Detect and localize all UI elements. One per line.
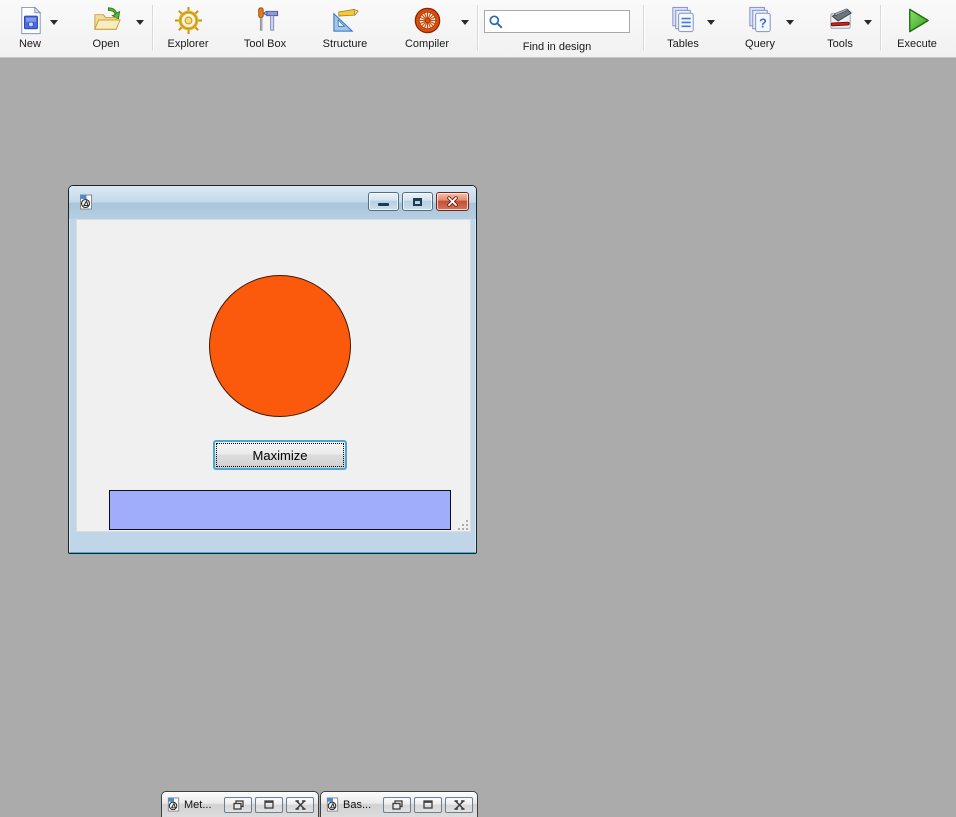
form-window-icon: [325, 797, 340, 812]
tables-pages-icon: [668, 5, 699, 36]
new-dropdown-arrow-icon[interactable]: [50, 20, 58, 25]
toolbox-tools-icon: [250, 5, 281, 36]
restore-icon: [233, 800, 244, 810]
child-window-titlebar[interactable]: [69, 186, 476, 219]
tables-dropdown-arrow-icon[interactable]: [707, 20, 715, 25]
minimized-window-title: Bas...: [343, 799, 380, 811]
svg-text:?: ?: [759, 16, 767, 30]
toolbar-button-explorer[interactable]: Explorer: [160, 5, 216, 53]
compiler-dropdown-arrow-icon[interactable]: [461, 20, 469, 25]
toolbar-label-tables: Tables: [667, 38, 699, 50]
blue-rectangle-field[interactable]: [109, 490, 451, 530]
explorer-wheel-icon: [173, 5, 204, 36]
toolbar-button-tools[interactable]: Tools: [812, 5, 868, 53]
maximize-button[interactable]: [255, 797, 283, 813]
query-pages-icon: ?: [745, 5, 776, 36]
child-window: Maximize: [68, 185, 477, 554]
minimize-icon: [378, 203, 389, 206]
new-document-icon: [15, 5, 46, 36]
restore-button[interactable]: [224, 797, 252, 813]
maximize-icon: [423, 800, 433, 809]
find-in-design-label: Find in design: [484, 41, 630, 53]
close-button[interactable]: [436, 192, 469, 211]
minimize-button[interactable]: [368, 192, 399, 211]
toolbar-button-open[interactable]: Open: [82, 5, 130, 53]
close-button[interactable]: [286, 797, 314, 813]
child-window-content: Maximize: [76, 219, 471, 532]
toolbar-label-compiler: Compiler: [405, 38, 449, 50]
toolbar-button-toolbox[interactable]: Tool Box: [237, 5, 293, 53]
minimized-window-title: Met...: [184, 799, 221, 811]
orange-circle-shape[interactable]: [209, 275, 351, 417]
maximize-button[interactable]: [414, 797, 442, 813]
toolbar-separator: [477, 5, 478, 51]
toolbar-button-new[interactable]: New: [6, 5, 54, 53]
restore-button[interactable]: [383, 797, 411, 813]
toolbar-button-tables[interactable]: Tables: [656, 5, 710, 53]
close-icon: [446, 196, 459, 207]
toolbar-button-structure[interactable]: Structure: [315, 5, 375, 53]
close-icon: [295, 800, 306, 810]
find-in-design-input[interactable]: [505, 12, 629, 33]
resize-grip[interactable]: [457, 518, 469, 530]
tools-dropdown-arrow-icon[interactable]: [864, 20, 872, 25]
main-toolbar: New Open Explorer Tool Box Structure Com…: [0, 0, 956, 58]
toolbar-button-query[interactable]: ? Query: [733, 5, 787, 53]
tools-kit-icon: [825, 5, 856, 36]
close-button[interactable]: [445, 797, 473, 813]
form-window-icon: [78, 194, 94, 210]
toolbar-separator: [152, 5, 153, 51]
find-in-design-group: Find in design: [484, 10, 630, 53]
toolbar-label-explorer: Explorer: [168, 38, 209, 50]
toolbar-label-execute: Execute: [897, 38, 937, 50]
open-folder-icon: [91, 5, 122, 36]
query-dropdown-arrow-icon[interactable]: [786, 20, 794, 25]
open-dropdown-arrow-icon[interactable]: [136, 20, 144, 25]
restore-icon: [392, 800, 403, 810]
search-icon: [488, 14, 504, 30]
toolbar-button-execute[interactable]: Execute: [888, 5, 946, 53]
toolbar-separator: [880, 5, 881, 51]
toolbar-label-structure: Structure: [323, 38, 368, 50]
caption-buttons: [368, 192, 469, 211]
find-in-design-box[interactable]: [484, 10, 630, 33]
toolbar-label-open: Open: [93, 38, 120, 50]
structure-setsquare-icon: [330, 5, 361, 36]
compiler-wheel-icon: [412, 5, 443, 36]
maximize-icon: [413, 198, 422, 206]
form-window-icon: [166, 797, 181, 812]
execute-play-icon: [902, 5, 933, 36]
toolbar-label-new: New: [19, 38, 41, 50]
maximize-button[interactable]: [402, 192, 433, 211]
toolbar-label-tools: Tools: [827, 38, 853, 50]
toolbar-separator: [643, 5, 644, 51]
minimized-window-met[interactable]: Met...: [161, 791, 319, 817]
maximize-form-button[interactable]: Maximize: [213, 440, 347, 470]
toolbar-label-query: Query: [745, 38, 775, 50]
toolbar-button-compiler[interactable]: Compiler: [397, 5, 457, 53]
close-icon: [454, 800, 465, 810]
minimized-window-bas[interactable]: Bas...: [320, 791, 478, 817]
toolbar-label-toolbox: Tool Box: [244, 38, 286, 50]
maximize-icon: [264, 800, 274, 809]
